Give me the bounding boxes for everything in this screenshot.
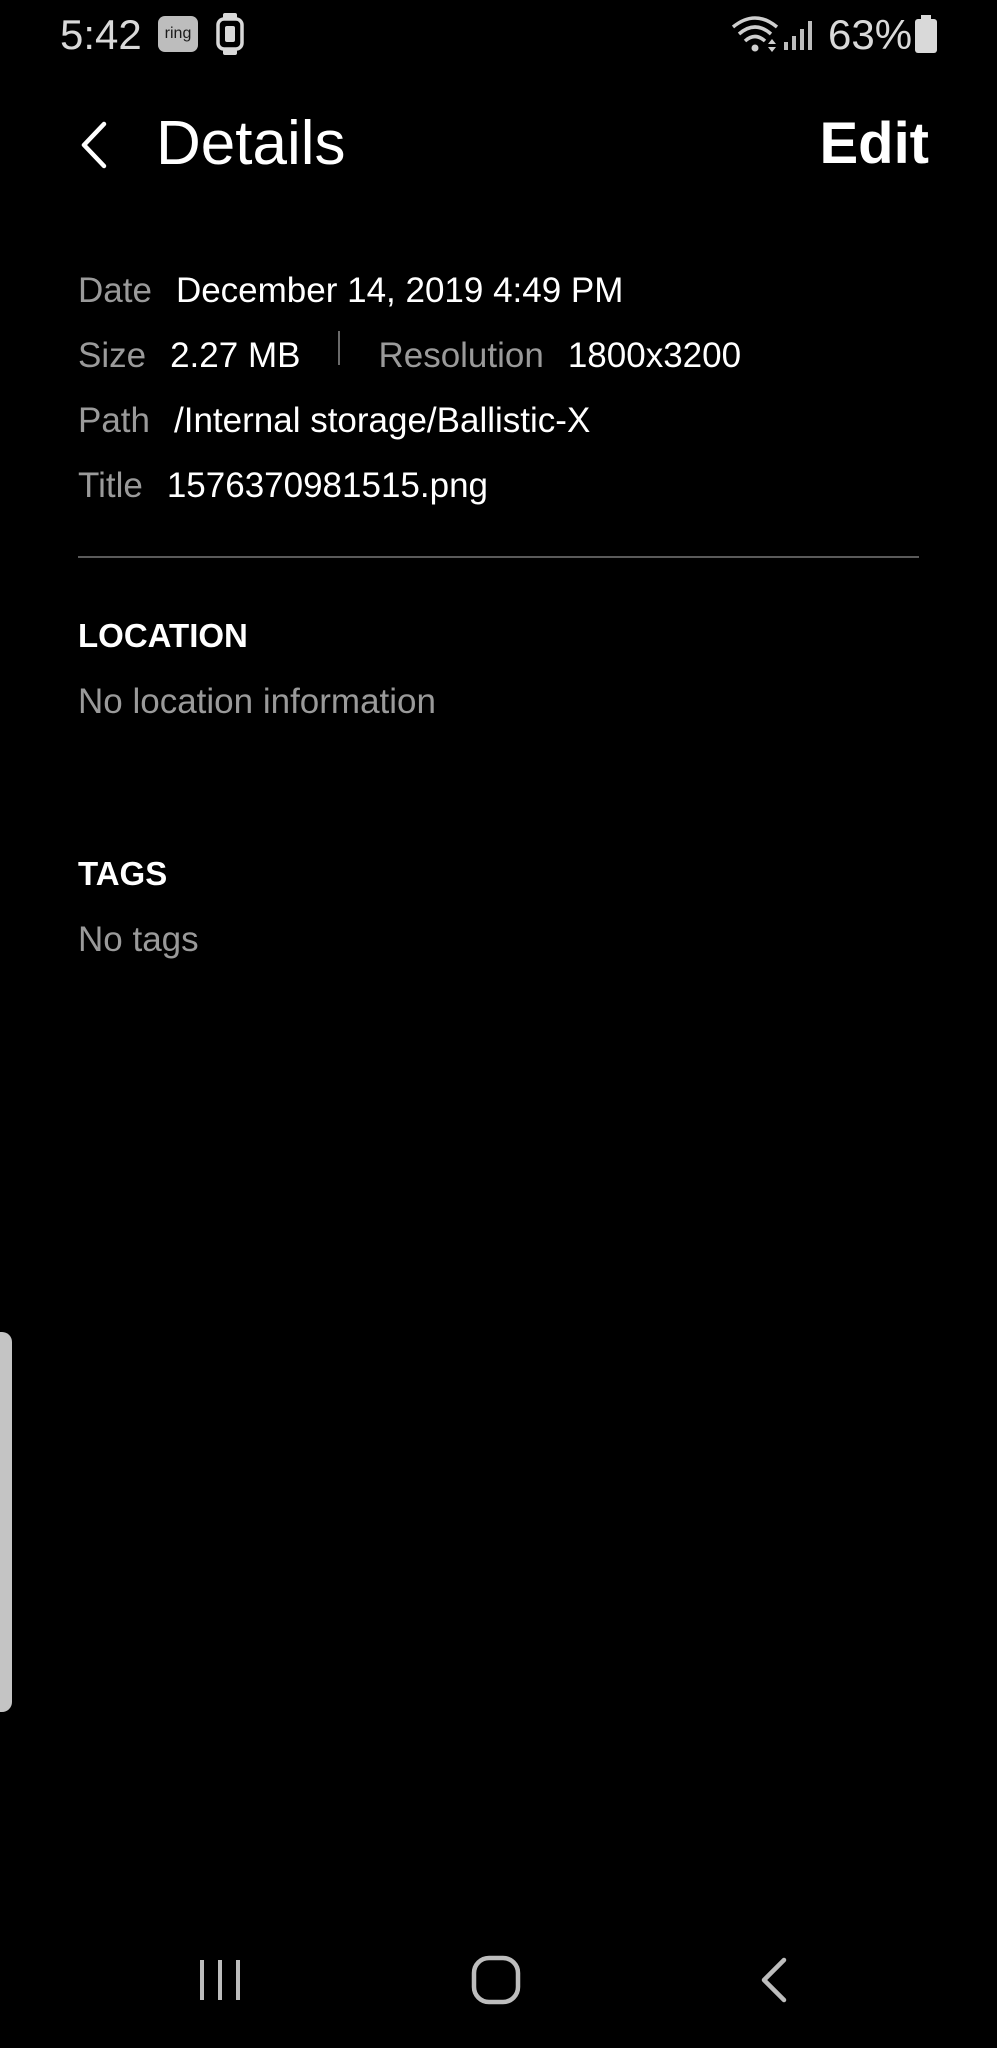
signal-icon: [784, 21, 812, 50]
page-title: Details: [156, 109, 346, 178]
resolution-value: 1800x3200: [567, 335, 742, 375]
smartwatch-icon: [216, 13, 244, 55]
detail-separator: [338, 330, 341, 365]
title-value: 1576370981515.png: [166, 465, 488, 505]
status-bar: 5:42 ring 63%: [0, 0, 997, 70]
date-label: Date: [78, 270, 152, 310]
location-heading: LOCATION: [78, 617, 248, 654]
section-divider: [78, 556, 919, 558]
battery-icon: [915, 15, 937, 53]
wifi-icon: [731, 16, 779, 52]
path-label: Path: [78, 400, 150, 440]
file-details: Date December 14, 2019 4:49 PM Size 2.27…: [78, 258, 918, 518]
title-label: Title: [78, 465, 143, 505]
back-icon[interactable]: [754, 1954, 794, 2006]
status-time: 5:42: [60, 11, 142, 58]
tags-value: No tags: [78, 920, 199, 959]
chevron-left-icon: [81, 121, 107, 169]
recents-icon[interactable]: [194, 1954, 246, 2006]
date-value: December 14, 2019 4:49 PM: [175, 270, 624, 310]
ring-app-icon: ring: [158, 16, 198, 52]
edit-button[interactable]: Edit: [819, 106, 929, 182]
back-button[interactable]: [70, 110, 122, 180]
app-header: Details Edit: [0, 90, 997, 200]
battery-percent: 63%: [828, 11, 913, 58]
location-value: No location information: [78, 682, 436, 721]
size-label: Size: [78, 335, 147, 375]
edge-panel-handle[interactable]: [0, 1332, 12, 1712]
home-icon[interactable]: [468, 1952, 524, 2008]
tags-heading: TAGS: [78, 855, 168, 892]
detail-row-date: Date December 14, 2019 4:49 PM: [78, 258, 918, 323]
size-value: 2.27 MB: [170, 335, 301, 375]
detail-row-path: Path /Internal storage/Ballistic-X: [78, 388, 918, 453]
path-value: /Internal storage/Ballistic-X: [174, 400, 591, 440]
detail-row-size: Size 2.27 MB Resolution 1800x3200: [78, 323, 918, 388]
navigation-bar: [0, 1940, 997, 2020]
resolution-label: Resolution: [378, 335, 544, 375]
detail-row-title: Title 1576370981515.png: [78, 453, 918, 518]
